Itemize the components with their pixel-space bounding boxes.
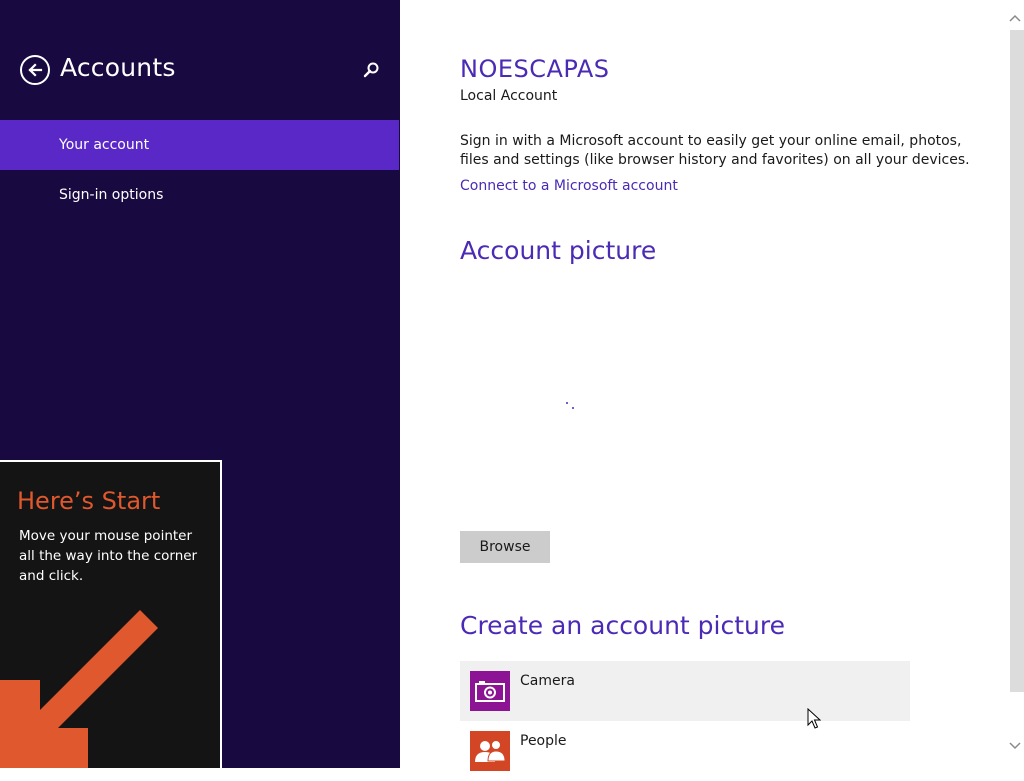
camera-tile [470, 671, 510, 711]
back-button[interactable] [20, 55, 50, 85]
create-picture-heading: Create an account picture [460, 611, 785, 640]
settings-sidebar: Accounts Your account Sign-in options He… [0, 0, 400, 768]
account-type: Local Account [460, 88, 558, 104]
search-icon [363, 62, 379, 78]
camera-icon [475, 681, 505, 702]
scroll-down-button[interactable] [1006, 736, 1024, 756]
vertical-scrollbar[interactable] [1006, 0, 1024, 768]
nav-item-label: Sign-in options [59, 187, 164, 203]
connect-microsoft-account-link[interactable]: Connect to a Microsoft account [460, 178, 678, 194]
camera-label: Camera [520, 673, 575, 689]
people-icon [475, 740, 506, 762]
page-title: Accounts [60, 53, 176, 82]
account-content: NOESCAPAS Local Account Sign in with a M… [400, 0, 1006, 771]
corner-arrow-icon [0, 610, 158, 768]
search-button[interactable] [360, 59, 382, 81]
tip-title: Here’s Start [17, 487, 161, 515]
nav-item-your-account[interactable]: Your account [0, 120, 399, 170]
scroll-up-button[interactable] [1006, 8, 1024, 28]
mouse-cursor-icon [807, 708, 821, 729]
back-arrow-icon [28, 63, 43, 77]
account-picture-heading: Account picture [460, 236, 657, 265]
start-tip-panel[interactable]: Here’s Start Move your mouse pointer all… [0, 460, 222, 768]
tip-body: Move your mouse pointer all the way into… [19, 528, 198, 584]
signin-description: Sign in with a Microsoft account to easi… [460, 133, 970, 168]
people-label: People [520, 733, 567, 749]
loading-spinner [564, 400, 578, 414]
chevron-up-icon [1009, 14, 1021, 22]
people-app-item[interactable]: People [460, 721, 910, 781]
camera-app-item[interactable]: Camera [460, 661, 910, 721]
account-name: NOESCAPAS [460, 55, 610, 83]
scrollbar-thumb[interactable] [1010, 30, 1024, 692]
chevron-down-icon [1009, 742, 1021, 750]
browse-button[interactable]: Browse [460, 531, 550, 563]
people-tile [470, 731, 510, 771]
nav-item-sign-in-options[interactable]: Sign-in options [0, 170, 400, 220]
nav-item-label: Your account [59, 137, 150, 153]
